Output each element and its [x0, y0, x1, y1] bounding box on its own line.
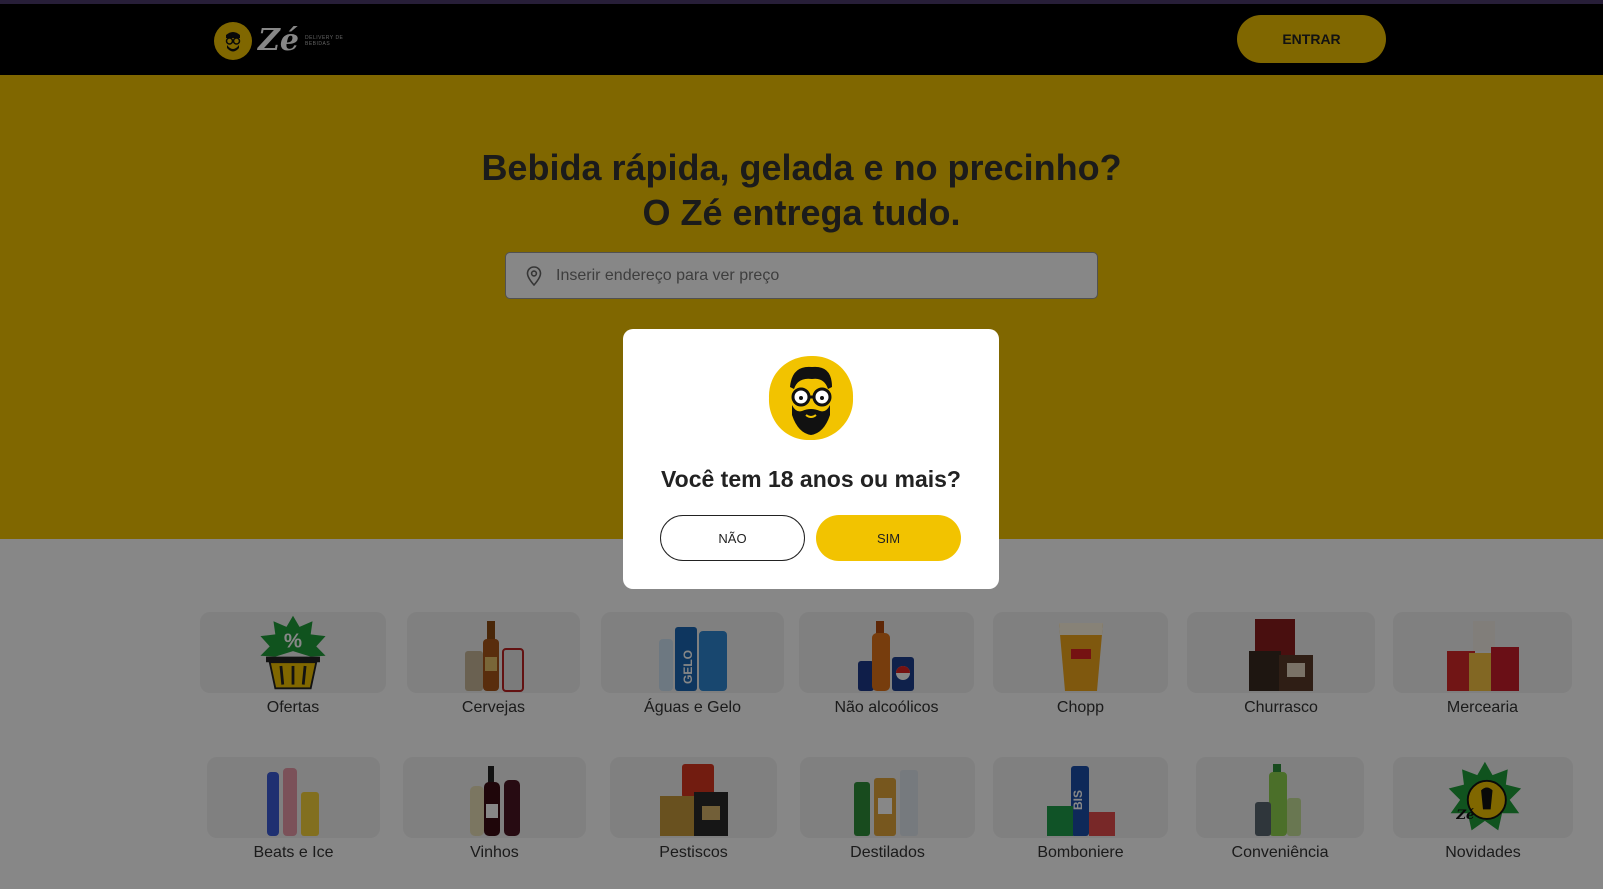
age-verification-modal: Você tem 18 anos ou mais? NÃO SIM [623, 329, 999, 589]
yes-button[interactable]: SIM [816, 515, 961, 561]
no-button[interactable]: NÃO [660, 515, 805, 561]
ze-mascot-icon [766, 353, 856, 443]
age-question: Você tem 18 anos ou mais? [661, 466, 961, 492]
